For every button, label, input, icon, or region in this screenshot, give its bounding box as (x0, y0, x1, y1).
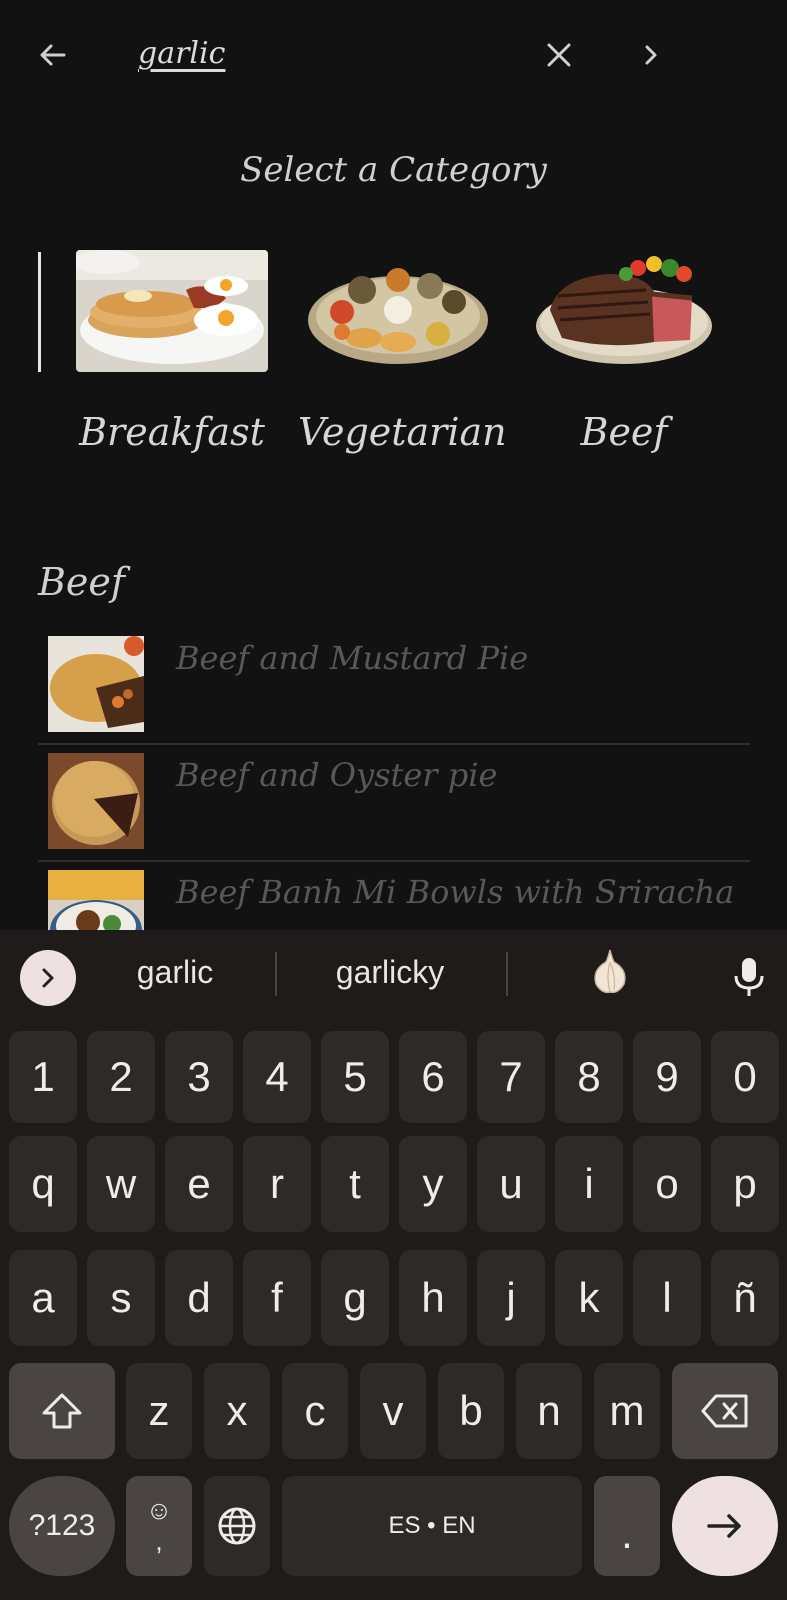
key-n[interactable]: n (516, 1363, 582, 1459)
comma-label: , (155, 1526, 163, 1556)
key-g[interactable]: g (321, 1250, 389, 1346)
period-key[interactable]: . (594, 1476, 660, 1576)
search-bar: garlic (0, 0, 787, 110)
category-breakfast[interactable]: Breakfast (72, 250, 272, 470)
key-y[interactable]: y (399, 1136, 467, 1232)
key-j[interactable]: j (477, 1250, 545, 1346)
key-s[interactable]: s (87, 1250, 155, 1346)
enter-key[interactable] (672, 1476, 778, 1576)
key-2[interactable]: 2 (87, 1031, 155, 1123)
key-q[interactable]: q (9, 1136, 77, 1232)
key-o[interactable]: o (633, 1136, 701, 1232)
shift-icon (42, 1393, 82, 1429)
list-item[interactable]: Beef and Oyster pie (38, 745, 750, 862)
recipe-list: Beef and Mustard Pie Beef and Oyster pie (38, 628, 750, 930)
key-3[interactable]: 3 (165, 1031, 233, 1123)
recipe-thumbnail (48, 636, 144, 732)
space-key[interactable]: ES • EN (282, 1476, 582, 1576)
symbols-key[interactable]: ?123 (9, 1476, 115, 1576)
suggestion-garlic[interactable]: garlic (100, 954, 250, 991)
search-input[interactable]: garlic (138, 36, 225, 71)
voice-input-button[interactable] (726, 952, 772, 1002)
key-h[interactable]: h (399, 1250, 467, 1346)
backspace-key[interactable] (672, 1363, 778, 1459)
backspace-icon (701, 1394, 748, 1428)
microphone-icon (734, 958, 764, 996)
key-z[interactable]: z (126, 1363, 192, 1459)
app-screen: garlic Select a Category Breakfast Veget… (0, 0, 787, 930)
globe-icon (218, 1507, 256, 1545)
key-l[interactable]: l (633, 1250, 701, 1346)
key-9[interactable]: 9 (633, 1031, 701, 1123)
category-label: Vegetarian (298, 410, 507, 454)
recipe-title: Beef and Mustard Pie (176, 639, 529, 677)
list-item[interactable]: Beef and Mustard Pie (38, 628, 750, 745)
suggestion-divider (506, 952, 508, 996)
arrow-right-icon (707, 1514, 741, 1538)
key-e[interactable]: e (165, 1136, 233, 1232)
language-key[interactable] (204, 1476, 270, 1576)
breakfast-image (76, 250, 268, 372)
key-5[interactable]: 5 (321, 1031, 389, 1123)
key-enye[interactable]: ñ (711, 1250, 779, 1346)
chevron-right-icon (645, 45, 657, 65)
key-r[interactable]: r (243, 1136, 311, 1232)
shift-key[interactable] (9, 1363, 115, 1459)
recipe-thumbnail (48, 753, 144, 849)
category-label: Breakfast (79, 410, 265, 454)
key-x[interactable]: x (204, 1363, 270, 1459)
category-heading: Select a Category (240, 150, 547, 190)
category-label: Beef (580, 410, 668, 454)
key-c[interactable]: c (282, 1363, 348, 1459)
key-v[interactable]: v (360, 1363, 426, 1459)
results-section-title: Beef (38, 560, 125, 604)
vegetarian-image (302, 250, 494, 372)
chevron-right-icon (42, 968, 54, 988)
recipe-thumbnail (48, 870, 144, 930)
category-vegetarian[interactable]: Vegetarian (298, 250, 507, 470)
garlic-emoji-icon (594, 949, 626, 994)
toolbar-toggle-button[interactable] (20, 950, 76, 1006)
beef-image (528, 250, 720, 372)
key-k[interactable]: k (555, 1250, 623, 1346)
list-item[interactable]: Beef Banh Mi Bowls with Sriracha (38, 862, 750, 930)
on-screen-keyboard: garlic garlicky 1 2 3 4 5 6 7 8 9 0 q w … (0, 930, 787, 1600)
back-button[interactable] (30, 32, 76, 78)
recipe-title: Beef Banh Mi Bowls with Sriracha (176, 873, 735, 911)
suggestion-emoji[interactable] (580, 948, 640, 1002)
key-w[interactable]: w (87, 1136, 155, 1232)
emoji-icon: ☺ (145, 1495, 173, 1525)
suggestion-garlicky[interactable]: garlicky (300, 954, 480, 991)
key-p[interactable]: p (711, 1136, 779, 1232)
submit-search-button[interactable] (628, 32, 674, 78)
close-icon (547, 43, 571, 67)
clear-search-button[interactable] (536, 32, 582, 78)
key-b[interactable]: b (438, 1363, 504, 1459)
scroll-indicator (38, 252, 41, 372)
key-4[interactable]: 4 (243, 1031, 311, 1123)
suggestion-strip: garlic garlicky (0, 930, 787, 1022)
key-d[interactable]: d (165, 1250, 233, 1346)
emoji-comma-key[interactable]: ☺ , (126, 1476, 192, 1576)
category-carousel[interactable]: Breakfast Vegetarian Beef (36, 250, 756, 470)
key-f[interactable]: f (243, 1250, 311, 1346)
key-0[interactable]: 0 (711, 1031, 779, 1123)
key-i[interactable]: i (555, 1136, 623, 1232)
category-beef[interactable]: Beef (524, 250, 724, 470)
key-u[interactable]: u (477, 1136, 545, 1232)
key-8[interactable]: 8 (555, 1031, 623, 1123)
key-1[interactable]: 1 (9, 1031, 77, 1123)
suggestion-divider (275, 952, 277, 996)
arrow-left-icon (40, 44, 66, 66)
key-a[interactable]: a (9, 1250, 77, 1346)
key-t[interactable]: t (321, 1136, 389, 1232)
key-m[interactable]: m (594, 1363, 660, 1459)
key-7[interactable]: 7 (477, 1031, 545, 1123)
recipe-title: Beef and Oyster pie (176, 756, 498, 794)
key-6[interactable]: 6 (399, 1031, 467, 1123)
